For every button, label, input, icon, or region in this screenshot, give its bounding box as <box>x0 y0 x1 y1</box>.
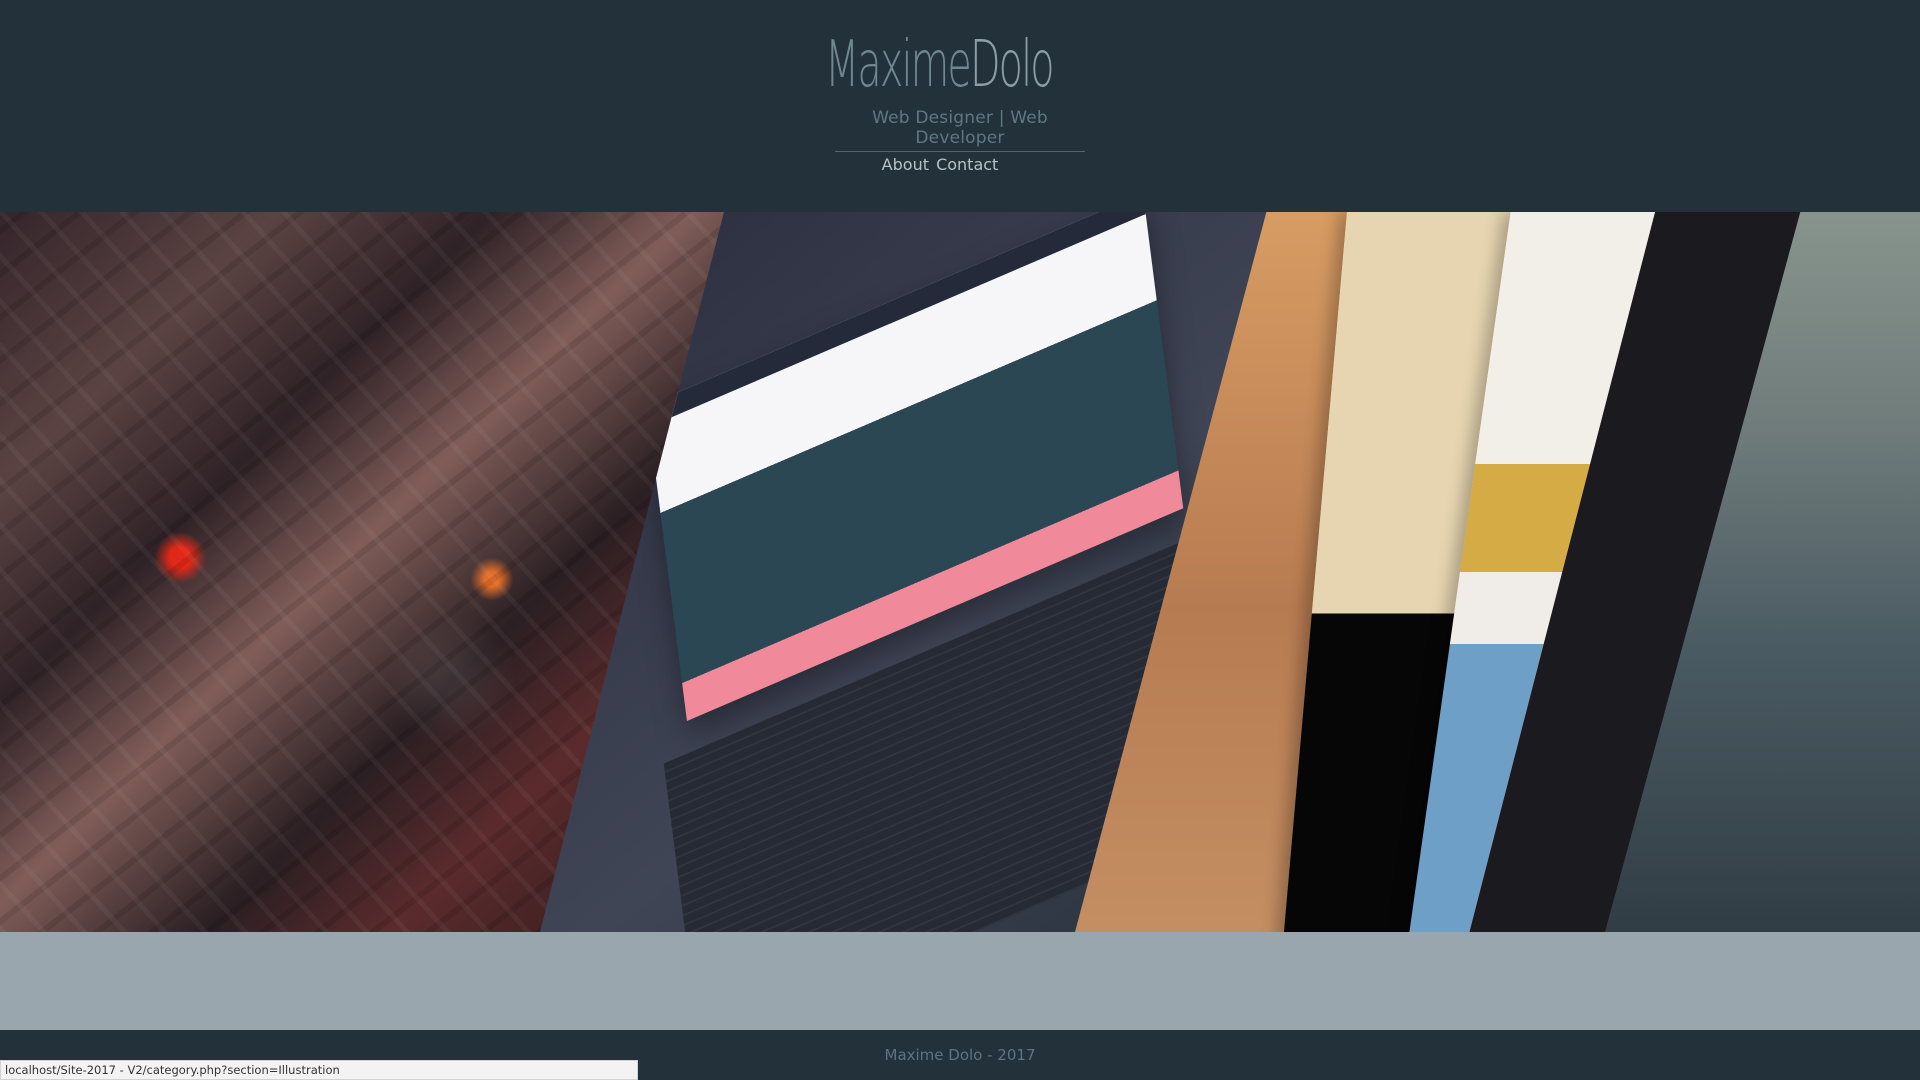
gallery-panel-photography[interactable] <box>1605 212 1920 932</box>
site-subtitle: Web Designer | Web Developer <box>835 108 1085 152</box>
main-nav: About Contact <box>0 155 1880 174</box>
logo-name-prefix: Maxime <box>825 28 972 102</box>
portfolio-gallery <box>0 212 1920 932</box>
nav-contact-link[interactable]: Contact <box>936 155 998 174</box>
logo-text: MaximeDolo <box>825 28 1055 102</box>
site-header: MaximeDolo Web Designer | Web Developer … <box>0 0 1920 212</box>
status-url: localhost/Site-2017 - V2/category.php?se… <box>5 1063 340 1077</box>
footer-copyright: Maxime Dolo - 2017 <box>884 1046 1036 1064</box>
browser-status-bar: localhost/Site-2017 - V2/category.php?se… <box>0 1060 638 1080</box>
logo[interactable]: MaximeDolo <box>815 30 1115 100</box>
logo-name-suffix: Dolo <box>969 28 1055 102</box>
nav-about-link[interactable]: About <box>882 155 929 174</box>
empty-band <box>0 932 1920 1030</box>
